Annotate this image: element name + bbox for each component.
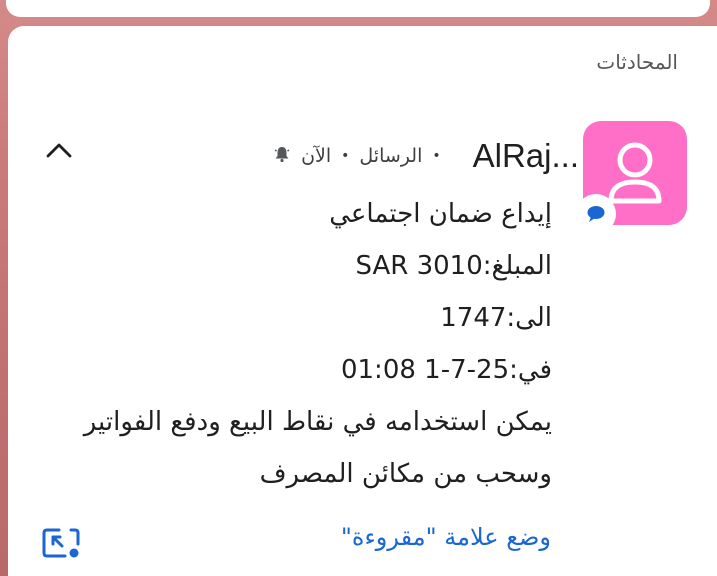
mark-as-read-button[interactable]: وضع علامة "مقروءة" bbox=[341, 523, 551, 551]
separator-dot: • bbox=[432, 148, 441, 164]
app-badge bbox=[576, 194, 616, 234]
message-line: في:25-7-1 01:08 bbox=[340, 355, 552, 385]
timestamp: الآن bbox=[301, 145, 332, 167]
message-line: وسحب من مكائن المصرف bbox=[259, 459, 552, 489]
sender-name: AlRaj... bbox=[472, 137, 579, 174]
separator-dot: • bbox=[341, 148, 350, 164]
message-line: يمكن استخدامه في نقاط البيع ودفع الفواتي… bbox=[83, 407, 552, 437]
bell-icon bbox=[273, 145, 291, 167]
picture-in-picture-icon[interactable] bbox=[41, 526, 81, 560]
message-line: المبلغ:SAR 3010 bbox=[355, 251, 552, 281]
message-line: إيداع ضمان اجتماعي bbox=[329, 199, 552, 229]
chevron-up-icon[interactable] bbox=[44, 136, 74, 162]
notification-header: AlRaj... • الرسائل • الآن bbox=[273, 134, 579, 178]
previous-notification-card[interactable] bbox=[6, 0, 710, 17]
message-line: الى:1747 bbox=[440, 303, 552, 333]
message-body: إيداع ضمان اجتماعي المبلغ:SAR 3010 الى:1… bbox=[84, 188, 552, 500]
chat-bubble-icon bbox=[587, 206, 605, 222]
conversations-notification-card[interactable]: المحادثات AlRaj... • الرسائل • الآن إيدا… bbox=[8, 26, 717, 576]
app-name: الرسائل bbox=[359, 145, 423, 167]
section-label: المحادثات bbox=[596, 50, 678, 74]
